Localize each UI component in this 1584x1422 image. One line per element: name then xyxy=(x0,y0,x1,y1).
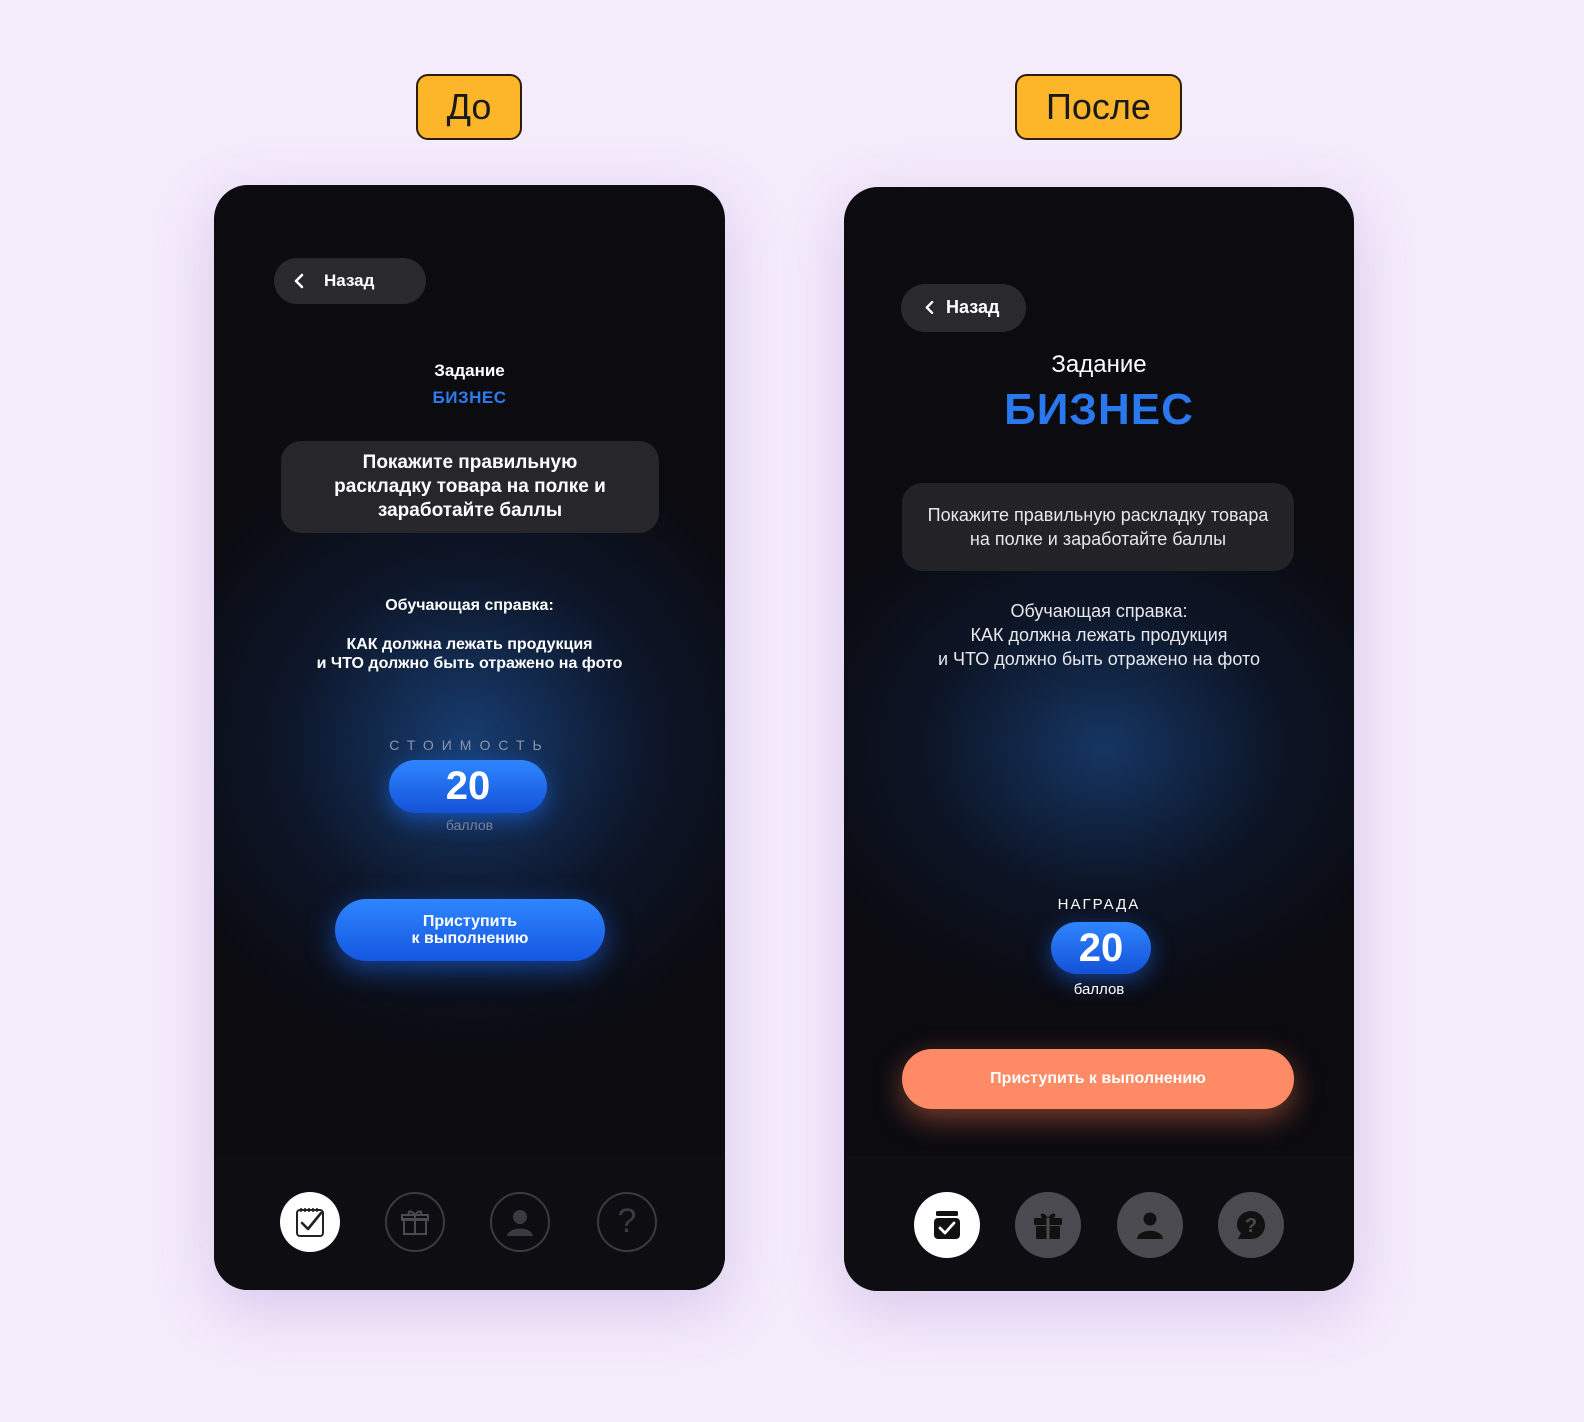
before-label: До xyxy=(416,74,522,140)
task-description-line-2: на полке и заработайте баллы xyxy=(969,529,1227,549)
chevron-left-icon xyxy=(925,300,934,315)
profile-icon xyxy=(507,1210,533,1236)
start-task-button[interactable]: Приступить к выполнению xyxy=(335,899,605,961)
points-unit: баллов xyxy=(1073,981,1125,998)
svg-text:?: ? xyxy=(618,1202,637,1240)
help-line-1: КАК должна лежать продукция xyxy=(970,625,1228,645)
tasks-icon xyxy=(296,1208,324,1237)
help-icon: ? xyxy=(618,1202,637,1240)
task-title: Задание xyxy=(434,361,505,380)
task-title: Задание xyxy=(1051,351,1147,378)
start-task-button[interactable]: Приступить к выполнению xyxy=(902,1049,1294,1109)
task-category: БИЗНЕС xyxy=(432,388,507,407)
help-title[interactable]: Обучающая справка: xyxy=(214,597,725,615)
points-value-badge: 20 xyxy=(389,760,547,813)
reward-label: НАГРАДА xyxy=(1057,896,1141,913)
tasks-icon xyxy=(934,1211,960,1239)
nav-gifts[interactable] xyxy=(385,1192,445,1252)
nav-help[interactable]: ? xyxy=(1218,1192,1284,1258)
chevron-left-icon xyxy=(294,273,304,289)
task-category: БИЗНЕС xyxy=(1004,385,1194,434)
svg-text:?: ? xyxy=(1245,1215,1257,1237)
back-button-label: Назад xyxy=(324,271,375,290)
cost-label: СТОИМОСТЬ xyxy=(389,737,550,753)
points-unit: баллов xyxy=(445,817,494,833)
help-line-2: и ЧТО должно быть отражено на фото xyxy=(937,649,1261,669)
task-description-card: Покажите правильную раскладку товара на … xyxy=(902,483,1294,571)
nav-tasks[interactable] xyxy=(914,1192,980,1258)
help-text: КАК должна лежать продукция и ЧТО должно… xyxy=(214,635,725,673)
back-button-label: Назад xyxy=(946,297,1000,317)
task-description-card: Покажите правильную раскладку товара на … xyxy=(281,441,659,533)
gift-icon xyxy=(1034,1213,1062,1239)
back-button[interactable]: Назад xyxy=(274,258,426,304)
profile-icon xyxy=(1137,1212,1163,1239)
after-phone-screen: Назад Задание БИЗНЕС Покажите правильную… xyxy=(844,187,1354,1291)
help-text: Обучающая справка: КАК должна лежать про… xyxy=(844,599,1354,671)
help-line-1: КАК должна лежать продукция xyxy=(346,636,593,653)
back-button[interactable]: Назад xyxy=(901,284,1026,332)
task-description: Покажите правильную раскладку товара на … xyxy=(334,452,606,521)
points-value-badge: 20 xyxy=(1051,922,1151,974)
nav-tasks[interactable] xyxy=(280,1192,340,1252)
nav-gifts[interactable] xyxy=(1015,1192,1081,1258)
nav-profile[interactable] xyxy=(490,1192,550,1252)
gift-icon xyxy=(401,1210,429,1235)
nav-help[interactable]: ? xyxy=(597,1192,657,1252)
task-description-line-1: Покажите правильную раскладку товара xyxy=(927,505,1269,525)
help-title[interactable]: Обучающая справка: xyxy=(844,599,1354,623)
after-label-text: После xyxy=(1046,86,1151,127)
help-icon: ? xyxy=(1237,1211,1265,1239)
nav-profile[interactable] xyxy=(1117,1192,1183,1258)
after-label: После xyxy=(1015,74,1182,140)
start-button-line-2: к выполнению xyxy=(411,930,529,947)
start-button-line-1: Приступить xyxy=(422,913,518,930)
help-line-2: и ЧТО должно быть отражено на фото xyxy=(316,655,623,672)
before-label-text: До xyxy=(446,86,492,127)
before-phone-screen: Назад Задание БИЗНЕС Покажите правильную… xyxy=(214,185,725,1290)
